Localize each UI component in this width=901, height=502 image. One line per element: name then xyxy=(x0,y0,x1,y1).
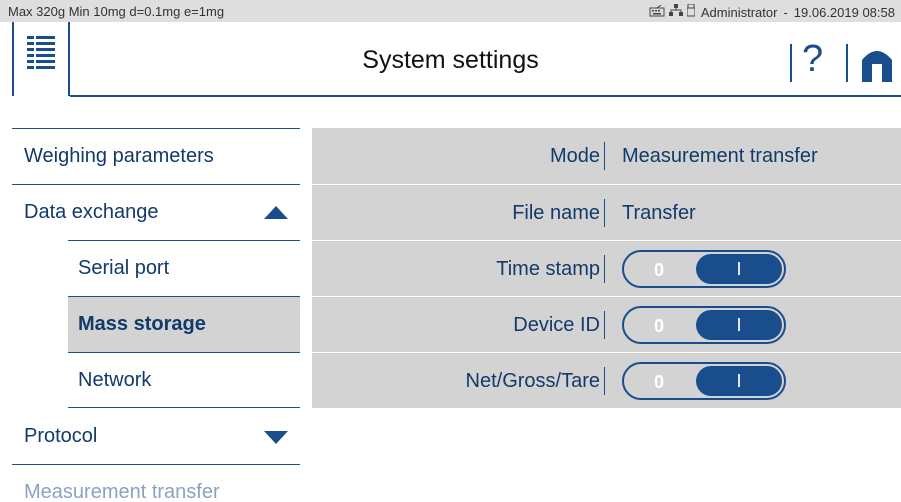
collapse-arrow-icon xyxy=(264,206,288,219)
header-divider xyxy=(846,44,848,82)
nav-item-label: Serial port xyxy=(78,257,170,279)
capacity-info: Max 320g Min 10mg d=0.1mg e=1mg xyxy=(8,4,225,19)
setting-divider xyxy=(604,311,605,339)
toggle-off-label: 0 xyxy=(654,316,665,336)
toggle-on-label: I xyxy=(696,310,782,340)
nav-item-serial-port[interactable]: Serial port xyxy=(68,240,300,296)
toggle-on-label: I xyxy=(696,254,782,284)
setting-label: Mode xyxy=(549,145,600,167)
net-gross-tare-toggle[interactable]: 0 I xyxy=(622,362,786,400)
device-id-toggle[interactable]: 0 I xyxy=(622,306,786,344)
setting-label: File name xyxy=(512,202,600,224)
setting-label: Net/Gross/Tare xyxy=(465,370,600,392)
setting-divider xyxy=(604,367,605,395)
nav-item-label: Mass storage xyxy=(78,313,206,335)
setting-row-time-stamp: Time stamp 0 I xyxy=(312,240,901,296)
date-time: 19.06.2019 08:58 xyxy=(793,4,895,20)
nav-item-protocol[interactable]: Protocol xyxy=(12,408,300,464)
setting-value: Measurement transfer xyxy=(622,145,818,167)
nav-item-weighing-parameters[interactable]: Weighing parameters xyxy=(12,128,300,184)
setting-value: Transfer xyxy=(622,202,696,224)
setting-row-file-name[interactable]: File name Transfer xyxy=(312,184,901,240)
header-divider xyxy=(790,44,792,82)
status-separator: - xyxy=(783,4,788,20)
network-icon xyxy=(668,4,683,20)
toggle-off-label: 0 xyxy=(654,372,665,392)
nav-item-network[interactable]: Network xyxy=(68,352,300,408)
setting-divider xyxy=(604,255,605,283)
status-right: Administrator - 19.06.2019 08:58 xyxy=(649,3,895,20)
setting-label: Time stamp xyxy=(496,258,600,280)
setting-row-mode[interactable]: Mode Measurement transfer xyxy=(312,128,901,184)
nav-item-label: Protocol xyxy=(24,424,98,447)
status-bar: Max 320g Min 10mg d=0.1mg e=1mg Administ… xyxy=(0,0,901,22)
usb-icon xyxy=(686,3,696,20)
toggle-on-label: I xyxy=(696,366,782,396)
keyboard-icon xyxy=(649,4,665,20)
setting-row-device-id: Device ID 0 I xyxy=(312,296,901,352)
nav-item-mass-storage[interactable]: Mass storage xyxy=(68,296,300,352)
setting-label: Device ID xyxy=(513,314,600,336)
page-title: System settings xyxy=(362,46,539,74)
setting-row-net-gross-tare: Net/Gross/Tare 0 I xyxy=(312,352,901,408)
setting-divider xyxy=(604,142,605,170)
header-underline xyxy=(70,95,901,97)
user-name: Administrator xyxy=(700,4,778,20)
nav-item-label: Weighing parameters xyxy=(24,145,214,167)
nav-item-label: Network xyxy=(78,368,152,391)
time-stamp-toggle[interactable]: 0 I xyxy=(622,250,786,288)
toggle-off-label: 0 xyxy=(654,260,665,280)
expand-arrow-icon xyxy=(264,431,288,444)
nav-item-label: Measurement transfer xyxy=(24,481,220,502)
nav-item-data-exchange[interactable]: Data exchange xyxy=(12,184,300,240)
setting-divider xyxy=(604,199,605,227)
status-icons xyxy=(649,3,696,20)
home-button[interactable] xyxy=(860,44,894,82)
nav-item-measurement-transfer[interactable]: Measurement transfer xyxy=(12,464,300,502)
settings-panel: Mode Measurement transfer File name Tran… xyxy=(312,128,901,408)
home-icon xyxy=(860,51,894,86)
nav-item-label: Data exchange xyxy=(24,201,159,223)
help-button[interactable]: ? xyxy=(802,38,823,81)
